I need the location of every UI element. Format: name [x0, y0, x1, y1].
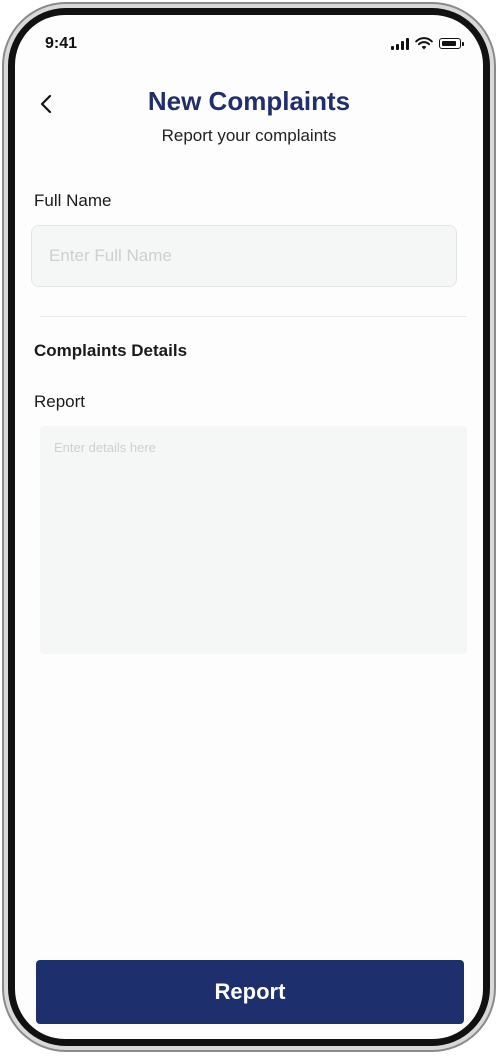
section-divider [40, 316, 467, 317]
full-name-input[interactable] [31, 225, 457, 287]
wifi-icon [415, 37, 433, 50]
page-subtitle: Report your complaints [161, 126, 337, 145]
battery-icon [439, 38, 464, 49]
report-details-textarea[interactable] [40, 426, 467, 654]
app-screen: 9:41 New Complaints Report your complain… [15, 15, 483, 1039]
report-label: Report [34, 392, 86, 411]
report-button[interactable]: Report [36, 960, 464, 1024]
full-name-label: Full Name [34, 191, 112, 210]
status-time: 9:41 [45, 35, 78, 52]
page-title: New Complaints [147, 86, 351, 116]
signal-icon [391, 37, 409, 50]
complaints-details-heading: Complaints Details [34, 341, 188, 360]
status-icons [391, 37, 464, 50]
